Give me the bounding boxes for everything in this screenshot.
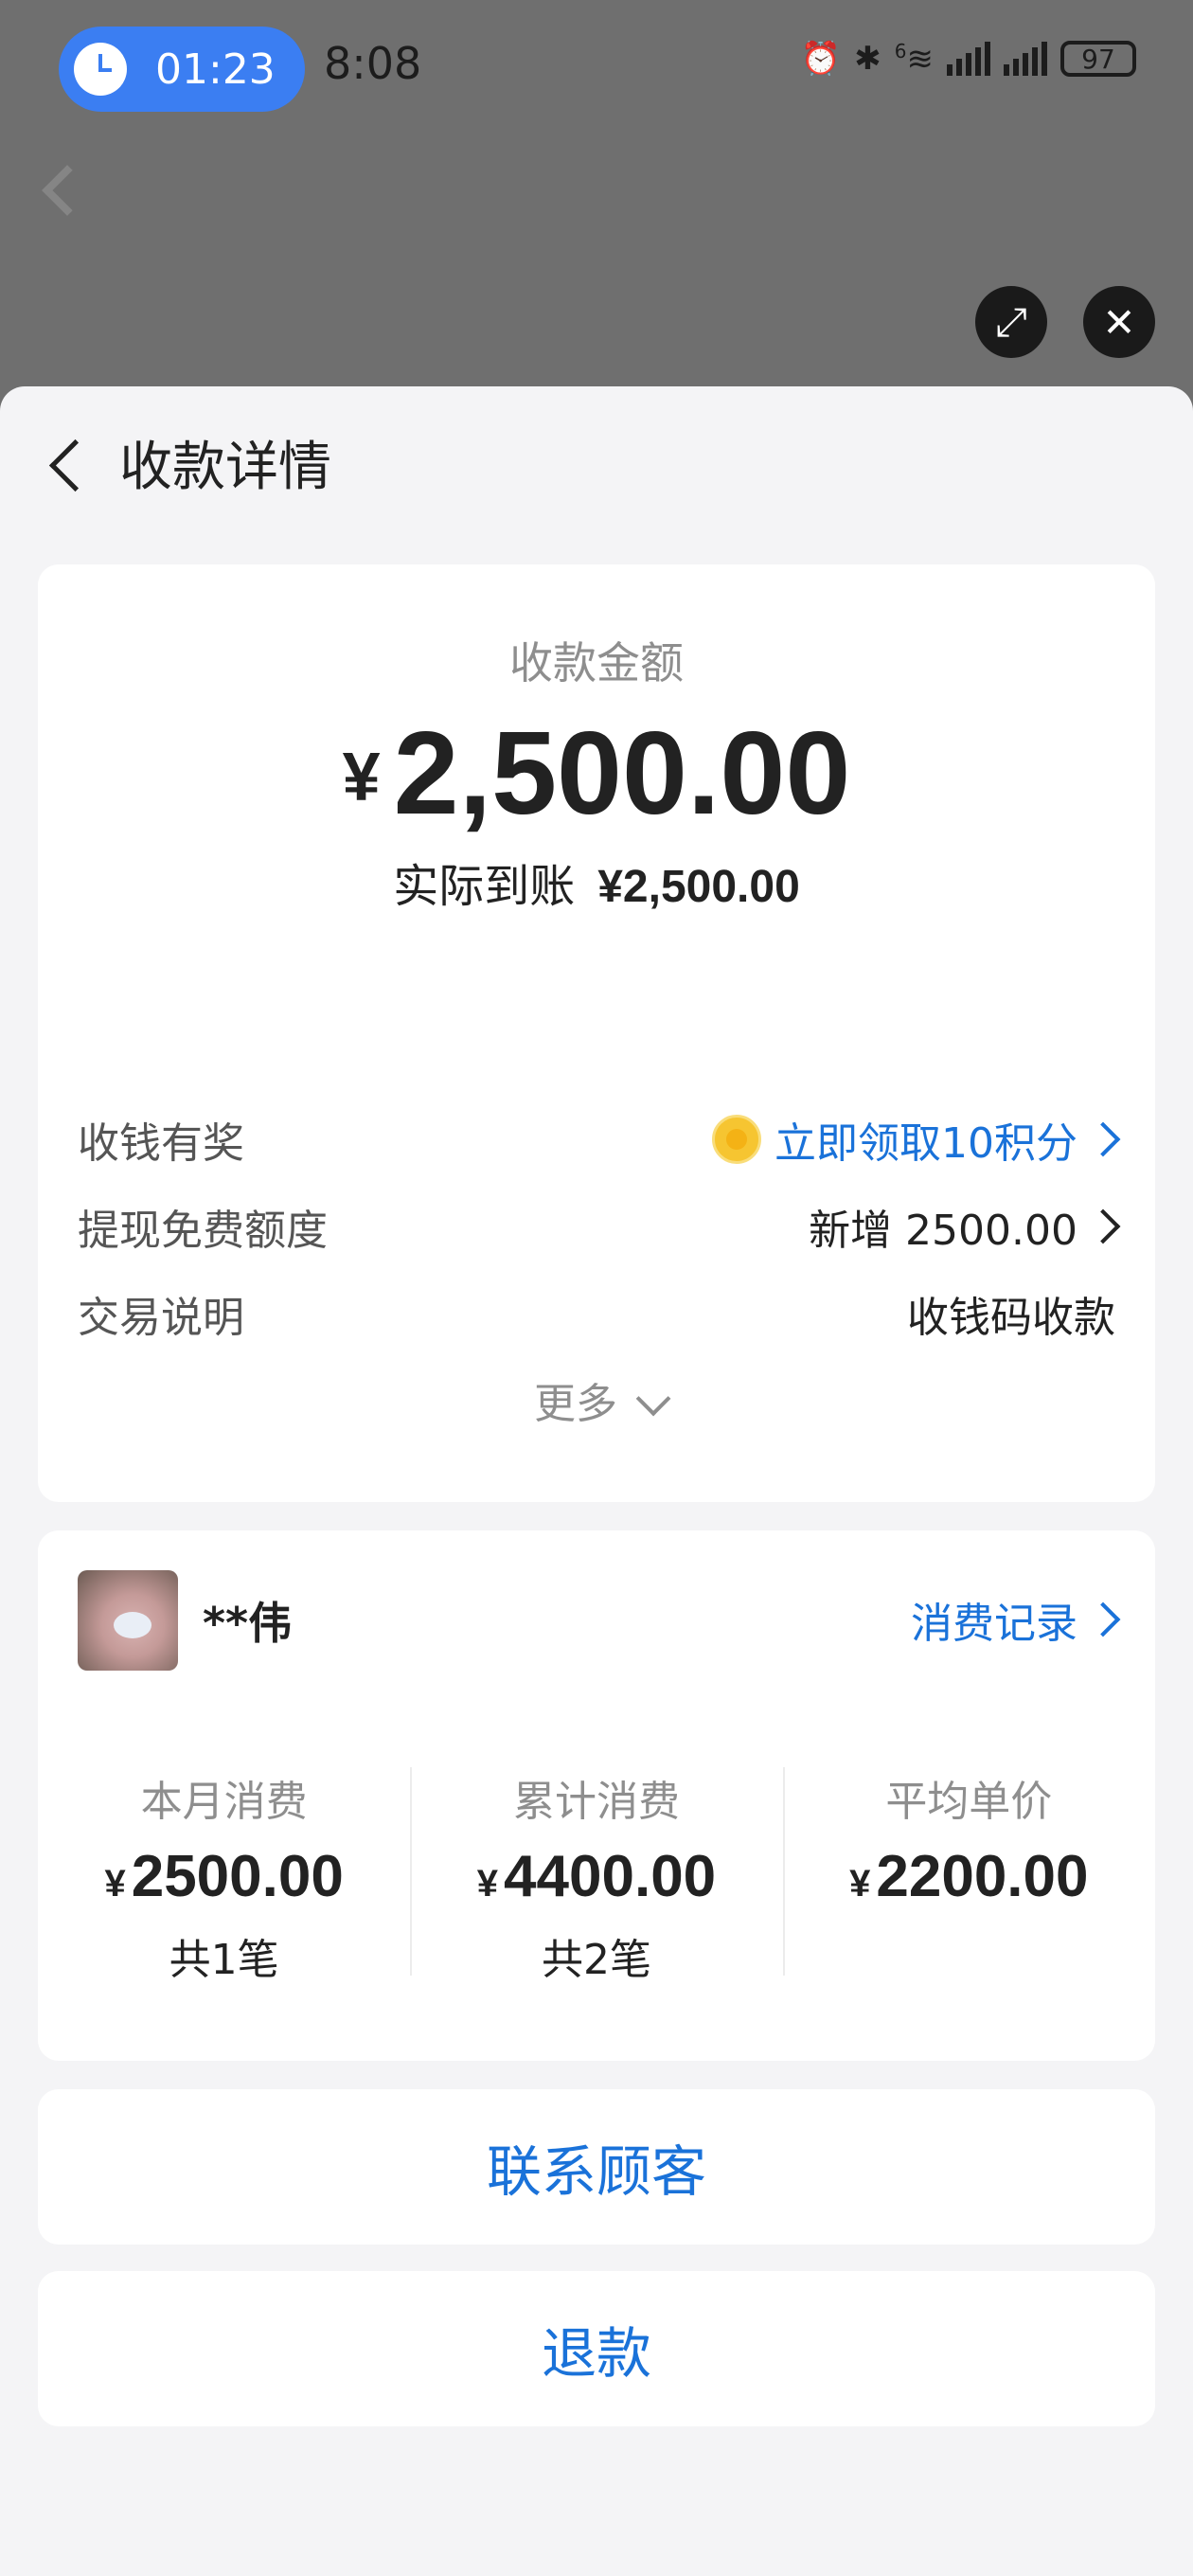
description-label: 交易说明 (78, 1294, 244, 1342)
amount-card: 收款金额 ¥2,500.00 实际到账 ¥2,500.00 收钱有奖 立即领取10… (38, 564, 1155, 1502)
reward-row[interactable]: 收钱有奖 立即领取10积分 (78, 1106, 1121, 1172)
description-value: 收钱码收款 (907, 1294, 1115, 1342)
stat-currency: ¥ (849, 1863, 871, 1905)
bluetooth-icon: ✱ (854, 40, 881, 79)
actual-amount: ¥2,500.00 (597, 862, 800, 912)
stat-value: ¥2500.00 (38, 1843, 410, 1910)
consume-record-label: 消费记录 (911, 1600, 1077, 1648)
stat-count: 共1笔 (169, 1936, 279, 1984)
stat-label: 本月消费 (140, 1778, 308, 1826)
alarm-chip[interactable]: 01:23 (59, 27, 305, 112)
chevron-right-icon (1085, 1601, 1121, 1637)
stat-value: ¥2200.00 (783, 1843, 1155, 1910)
customer-name: **伟 (203, 1598, 293, 1649)
expand-icon[interactable]: ⤢ (975, 286, 1047, 358)
stats-row: 本月消费 ¥2500.00 共1笔 累计消费 ¥4400.00 共2笔 平均单价… (38, 1767, 1155, 1984)
withdraw-quota-label: 提现免费额度 (78, 1207, 328, 1255)
stat-average: 平均单价 ¥2200.00 (782, 1767, 1155, 1976)
signal-icon (947, 42, 990, 77)
page-title: 收款详情 (119, 437, 331, 498)
header: 收款详情 (0, 386, 1193, 528)
description-row: 交易说明 收钱码收款 (78, 1280, 1115, 1347)
stat-total: 累计消费 ¥4400.00 共2笔 (410, 1767, 782, 1984)
contact-customer-button[interactable]: 联系顾客 (38, 2089, 1155, 2245)
actual-label: 实际到账 (393, 860, 576, 913)
more-button[interactable]: 更多 (38, 1369, 1155, 1430)
reward-link[interactable]: 立即领取10积分 (712, 1109, 1121, 1170)
signal-icon-2 (1004, 42, 1047, 77)
stat-number: 2200.00 (876, 1844, 1089, 1909)
close-icon[interactable]: ✕ (1083, 286, 1155, 358)
background-back-icon (38, 161, 76, 218)
withdraw-quota-row[interactable]: 提现免费额度 新增 2500.00 (78, 1193, 1121, 1260)
amount-label: 收款金额 (509, 637, 684, 689)
chevron-right-icon (1085, 1121, 1121, 1157)
currency-symbol: ¥ (342, 740, 381, 815)
withdraw-quota-link[interactable]: 新增 2500.00 (809, 1196, 1121, 1257)
system-icons: ⏰ ✱ 6≋ 97 (801, 40, 1136, 78)
amount-value: ¥2,500.00 (38, 707, 1155, 841)
wifi-icon: 6≋ (894, 40, 934, 79)
stat-value: ¥4400.00 (410, 1843, 782, 1910)
detail-sheet: 收款详情 收款金额 ¥2,500.00 实际到账 ¥2,500.00 收钱有奖 立… (0, 386, 1193, 2576)
system-time: 8:08 (324, 38, 422, 89)
withdraw-quota-value: 新增 2500.00 (809, 1207, 1077, 1255)
reward-value: 立即领取10积分 (775, 1119, 1077, 1168)
avatar (78, 1570, 178, 1671)
stat-number: 2500.00 (131, 1844, 344, 1909)
coin-icon (712, 1115, 761, 1164)
network-type-label: 6 (894, 40, 907, 63)
stat-number: 4400.00 (504, 1844, 717, 1909)
stat-month: 本月消费 ¥2500.00 共1笔 (38, 1767, 410, 1984)
more-label: 更多 (534, 1380, 617, 1428)
amount-number: 2,500.00 (393, 708, 851, 839)
status-bar: 01:23 8:08 ⏰ ✱ 6≋ 97 (0, 0, 1193, 142)
stat-currency: ¥ (476, 1863, 499, 1905)
refund-button[interactable]: 退款 (38, 2271, 1155, 2426)
back-icon[interactable] (38, 434, 85, 491)
stat-count: 共2笔 (541, 1936, 651, 1984)
consume-record-link[interactable]: 消费记录 (911, 1589, 1121, 1650)
chevron-right-icon (1085, 1208, 1121, 1244)
battery-icon: 97 (1060, 41, 1136, 78)
customer-card: **伟 消费记录 本月消费 ¥2500.00 共1笔 累计消费 ¥4400.00… (38, 1530, 1155, 2061)
stat-currency: ¥ (104, 1863, 126, 1905)
chevron-down-icon (635, 1381, 671, 1417)
stat-label: 累计消费 (512, 1778, 680, 1826)
reward-label: 收钱有奖 (78, 1119, 244, 1168)
actual-received: 实际到账 ¥2,500.00 (38, 849, 1155, 915)
alarm-icon: ⏰ (800, 40, 842, 79)
stat-label: 平均单价 (885, 1778, 1053, 1826)
alarm-time: 01:23 (155, 45, 276, 94)
alarm-clock-icon (74, 43, 127, 96)
